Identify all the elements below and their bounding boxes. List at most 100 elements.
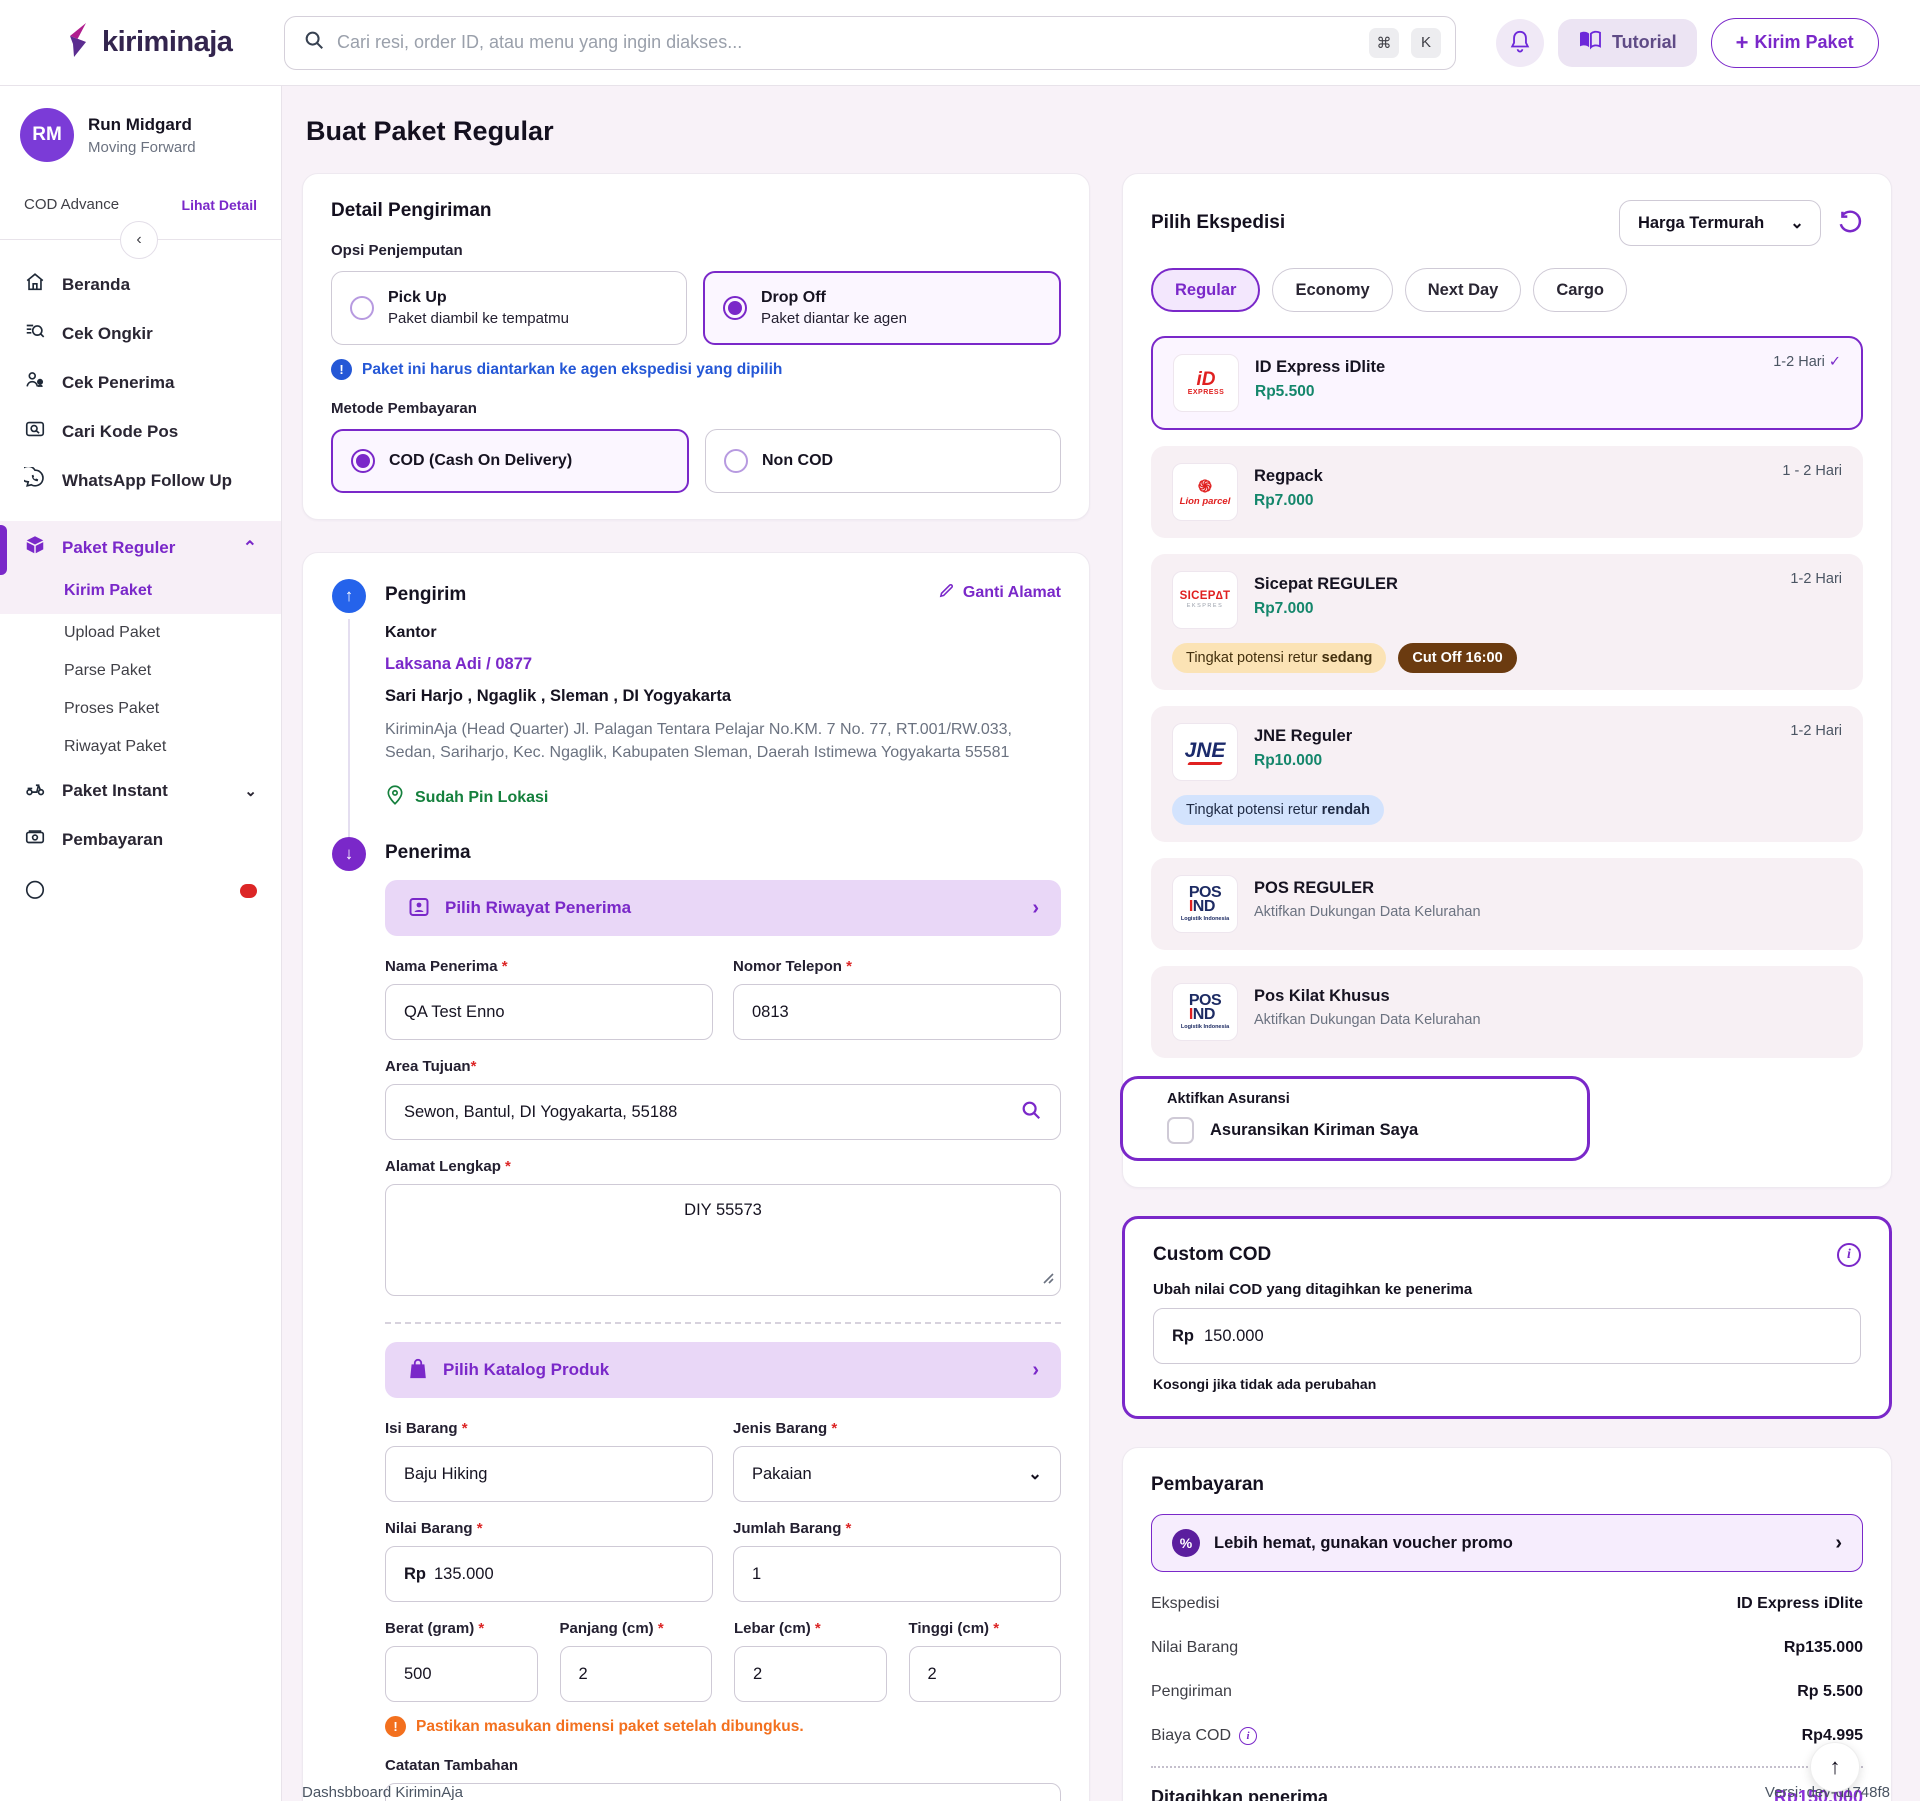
dropoff-option[interactable]: Drop Off Paket diantar ke agen (703, 271, 1061, 345)
courier-option-jne[interactable]: JNE JNE Reguler Rp10.000 1-2 Hari Tingka… (1151, 706, 1863, 842)
kirim-paket-button[interactable]: + Kirim Paket (1711, 18, 1879, 68)
sidebar-item-paket-instant[interactable]: Paket Instant ⌄ (0, 766, 281, 815)
discount-icon: % (1172, 1529, 1200, 1557)
tinggi-field: Tinggi (cm) * 2 (909, 1620, 1062, 1702)
resize-handle[interactable] (1040, 1270, 1054, 1289)
sidebar-item-clipped[interactable] (0, 866, 281, 915)
area-tujuan-field: Area Tujuan* Sewon, Bantul, DI Yogyakart… (385, 1058, 1061, 1140)
pilih-katalog-produk-button[interactable]: Pilih Katalog Produk › (385, 1342, 1061, 1398)
lebar-input[interactable]: 2 (734, 1646, 887, 1702)
sidebar-item-paket-reguler[interactable]: Paket Reguler ⌃ (0, 523, 281, 572)
pickup-desc: Paket diambil ke tempatmu (388, 310, 569, 327)
cod-advance-detail-link[interactable]: Lihat Detail (182, 197, 257, 213)
ganti-alamat-link[interactable]: Ganti Alamat (938, 582, 1061, 604)
penerima-section: ↓ Penerima Pilih Riwayat Penerima › (331, 837, 1061, 1801)
whatsapp-icon (24, 467, 46, 494)
dropoff-title: Drop Off (761, 289, 907, 307)
area-tujuan-input[interactable]: Sewon, Bantul, DI Yogyakarta, 55188 (385, 1084, 1061, 1140)
pay-row-nilai-barang: Nilai BarangRp135.000 (1151, 1626, 1863, 1670)
tab-cargo[interactable]: Cargo (1533, 268, 1627, 312)
noncod-radio[interactable] (724, 449, 748, 473)
tab-economy[interactable]: Economy (1272, 268, 1392, 312)
custom-cod-desc: Ubah nilai COD yang ditagihkan ke peneri… (1153, 1281, 1861, 1298)
nilai-barang-input[interactable]: Rp135.000 (385, 1546, 713, 1602)
sidebar-item-beranda[interactable]: Beranda (0, 260, 281, 309)
opsi-penjemputan-label: Opsi Penjemputan (331, 242, 1061, 259)
dropoff-radio[interactable] (723, 296, 747, 320)
catatan-tambahan-field: Catatan Tambahan Baju Hiking (385, 1757, 1061, 1801)
berat-input[interactable]: 500 (385, 1646, 538, 1702)
sidebar-item-kirim-paket[interactable]: Kirim Paket (0, 572, 281, 610)
chevron-right-icon: › (1032, 897, 1039, 920)
tab-next-day[interactable]: Next Day (1405, 268, 1522, 312)
voucher-promo-button[interactable]: % Lebih hemat, gunakan voucher promo › (1151, 1514, 1863, 1572)
kiriminaja-logo-icon (64, 22, 94, 63)
jumlah-barang-input[interactable]: 1 (733, 1546, 1061, 1602)
panjang-input[interactable]: 2 (560, 1646, 713, 1702)
tinggi-input[interactable]: 2 (909, 1646, 1062, 1702)
alamat-lengkap-textarea[interactable]: DIY 55573 (385, 1184, 1061, 1296)
courier-option-pos-kilat[interactable]: POSINDLogistik Indonesia Pos Kilat Khusu… (1151, 966, 1863, 1058)
app-logo[interactable]: kiriminaja (64, 22, 284, 63)
sender-contact: Laksana Adi / 0877 (385, 655, 1061, 674)
list-search-icon (24, 320, 46, 347)
sidebar-divider: ‹ (0, 239, 281, 240)
sender-area: Sari Harjo , Ngaglik , Sleman , DI Yogya… (385, 687, 1061, 706)
cod-option[interactable]: COD (Cash On Delivery) (331, 429, 689, 493)
catatan-tambahan-textarea[interactable]: Baju Hiking (385, 1783, 1061, 1801)
nama-penerima-input[interactable]: QA Test Enno (385, 984, 713, 1040)
sidebar-item-proses-paket[interactable]: Proses Paket (0, 690, 281, 728)
pickup-option[interactable]: Pick Up Paket diambil ke tempatmu (331, 271, 687, 345)
sidebar-item-riwayat-paket[interactable]: Riwayat Paket (0, 728, 281, 766)
pembayaran-card: Pembayaran % Lebih hemat, gunakan vouche… (1122, 1447, 1892, 1801)
pin-lokasi-status[interactable]: Sudah Pin Lokasi (385, 784, 1061, 811)
pay-row-biaya-cod: Biaya COD i Rp4.995 (1151, 1714, 1863, 1758)
penerima-title: Penerima (385, 837, 1061, 864)
sidebar-item-upload-paket[interactable]: Upload Paket (0, 614, 281, 652)
chevron-right-icon: › (1032, 1359, 1039, 1382)
sidebar-item-cek-penerima[interactable]: Cek Penerima (0, 358, 281, 407)
sort-select[interactable]: Harga Termurah ⌄ (1619, 200, 1821, 246)
tutorial-button[interactable]: Tutorial (1558, 19, 1697, 67)
cod-advance-label: COD Advance (24, 196, 119, 213)
nomor-telepon-field: Nomor Telepon * 0813 (733, 958, 1061, 1040)
info-icon[interactable]: i (1837, 1243, 1861, 1267)
info-icon[interactable]: i (1239, 1727, 1257, 1745)
scroll-to-top-button[interactable]: ↑ (1810, 1742, 1860, 1792)
pickup-radio[interactable] (350, 296, 374, 320)
jne-logo: JNE (1172, 723, 1238, 781)
bell-icon (1509, 29, 1531, 56)
sidebar-item-whatsapp-follow-up[interactable]: WhatsApp Follow Up (0, 456, 281, 505)
search-icon[interactable] (1020, 1099, 1042, 1126)
courier-option-sicepat[interactable]: SICEP∆TEKSPRES Sicepat REGULER Rp7.000 1… (1151, 554, 1863, 690)
dimension-warning-text: Pastikan masukan dimensi paket setelah d… (416, 1718, 804, 1736)
jenis-barang-select[interactable]: Pakaian ⌄ (733, 1446, 1061, 1502)
isi-barang-input[interactable]: Baju Hiking (385, 1446, 713, 1502)
courier-option-regpack[interactable]: ֍Lion parcel Regpack Rp7.000 1 - 2 Hari (1151, 446, 1863, 538)
tab-regular[interactable]: Regular (1151, 268, 1260, 312)
reset-button[interactable] (1837, 209, 1863, 238)
user-profile[interactable]: RM Run Midgard Moving Forward (0, 108, 281, 162)
scooter-icon (24, 777, 46, 804)
sidebar-item-cari-kode-pos[interactable]: Cari Kode Pos (0, 407, 281, 456)
notifications-button[interactable] (1496, 19, 1544, 67)
asuransi-checkbox[interactable] (1167, 1117, 1194, 1144)
sidebar-item-parse-paket[interactable]: Parse Paket (0, 652, 281, 690)
jumlah-barang-field: Jumlah Barang * 1 (733, 1520, 1061, 1602)
global-search-input[interactable]: Cari resi, order ID, atau menu yang ingi… (284, 16, 1456, 70)
user-tagline: Moving Forward (88, 139, 196, 156)
lion-parcel-logo: ֍Lion parcel (1172, 463, 1238, 521)
courier-option-pos-reguler[interactable]: POSINDLogistik Indonesia POS REGULER Akt… (1151, 858, 1863, 950)
person-check-icon (24, 369, 46, 396)
courier-option-id-express[interactable]: iDEXPRESS ID Express iDlite Rp5.500 1-2 … (1151, 336, 1863, 430)
nomor-telepon-input[interactable]: 0813 (733, 984, 1061, 1040)
custom-cod-input[interactable]: Rp150.000 (1153, 1308, 1861, 1364)
chevron-down-icon: ⌄ (1028, 1464, 1042, 1484)
sidebar-item-label: Paket Instant (62, 781, 168, 801)
cod-radio[interactable] (351, 449, 375, 473)
noncod-option[interactable]: Non COD (705, 429, 1061, 493)
sidebar-item-pembayaran[interactable]: Pembayaran (0, 815, 281, 864)
sidebar-item-cek-ongkir[interactable]: Cek Ongkir (0, 309, 281, 358)
pilih-riwayat-penerima-button[interactable]: Pilih Riwayat Penerima › (385, 880, 1061, 936)
sidebar-collapse-button[interactable]: ‹ (120, 221, 158, 259)
